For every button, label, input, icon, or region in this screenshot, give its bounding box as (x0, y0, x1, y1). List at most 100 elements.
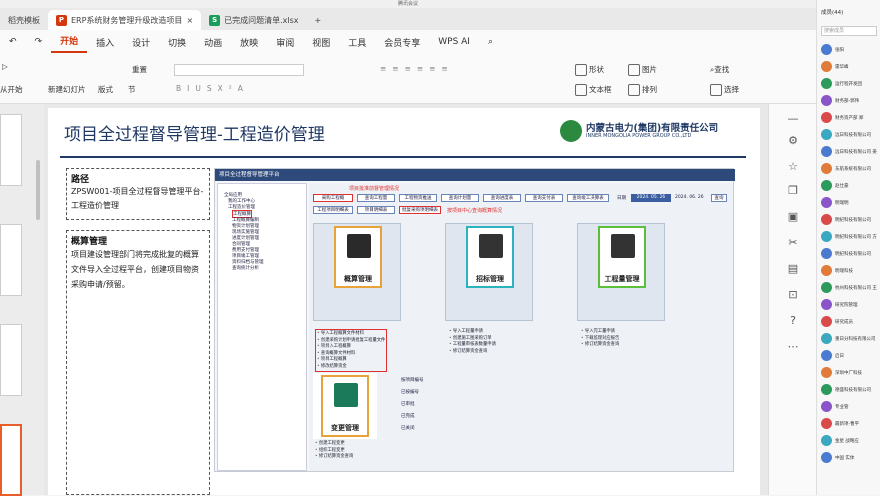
font-family-select[interactable] (174, 64, 304, 76)
change-field: 已完成 (401, 414, 415, 419)
tab-xlsx[interactable]: S 已完成问题清单.xlsx (201, 10, 306, 30)
textbox-button[interactable]: 文本框 (575, 84, 612, 96)
paragraph-buttons[interactable]: ≡≡≡≡≡≡ (380, 64, 454, 73)
member-row[interactable]: 明瑞科技 (821, 265, 880, 276)
undo-icon[interactable]: ↶ (0, 37, 26, 47)
menu-animation[interactable]: 动画 (195, 36, 231, 49)
path-box[interactable]: 路径 ZPSW001-项目全过程督导管理平台-工程造价管理 (66, 168, 210, 220)
crop-icon[interactable]: ⊡ (786, 288, 800, 302)
member-row[interactable]: 明瑞明 (821, 197, 880, 208)
slide[interactable]: 项目全过程督导管理-工程造价管理 内蒙古电力(集团)有限责任公司 INNER M… (48, 108, 760, 495)
more-icon[interactable]: ⋯ (786, 340, 800, 354)
play-from-start-button[interactable]: ▷ (2, 62, 8, 71)
menu-design[interactable]: 设计 (123, 36, 159, 49)
reset-button[interactable]: 重置 (132, 64, 147, 75)
find-button[interactable]: ⌕查找 (710, 64, 729, 75)
slide-thumbnail[interactable] (0, 114, 22, 186)
member-row[interactable]: 重日分科技有限公司 (821, 333, 880, 344)
menu-tools[interactable]: 工具 (339, 36, 375, 49)
member-row[interactable]: 远日科技有限公司 姜 (821, 146, 880, 157)
member-name: 财务资产部 郑 (835, 115, 864, 121)
menu-insert[interactable]: 插入 (87, 36, 123, 49)
layout-button[interactable]: 版式 (98, 84, 113, 95)
menu-slideshow[interactable]: 放映 (231, 36, 267, 49)
ribbon-toolbar: ▷ 从开始 新建幻灯片 版式 节 重置 BIUSX²A ≡≡≡≡≡≡ 形状 图片… (0, 54, 816, 104)
menu-view[interactable]: 视图 (303, 36, 339, 49)
select-label: 选择 (724, 85, 739, 94)
avatar (821, 61, 832, 72)
member-row[interactable]: 雷华峰 (821, 61, 880, 72)
play-from-start-label[interactable]: 从开始 (0, 84, 23, 95)
menu-start[interactable]: 开始 (51, 31, 88, 53)
member-row[interactable]: 运行程开发团 (821, 78, 880, 89)
picture-button[interactable]: 图片 (628, 64, 657, 76)
menu-review[interactable]: 审阅 (267, 36, 303, 49)
erp-panel-change: 变更管理 (313, 373, 377, 439)
member-row[interactable]: 明纪科技有限公司 (821, 248, 880, 259)
member-row[interactable]: 中国 实体 (821, 452, 880, 463)
member-search[interactable]: 搜索成员 (821, 26, 877, 36)
minus-icon[interactable]: — (786, 112, 800, 126)
member-row[interactable]: 财务资产部 郑 (821, 112, 880, 123)
copy-icon[interactable]: ❐ (786, 184, 800, 198)
menu-transition[interactable]: 切换 (159, 36, 195, 49)
slide-thumbnail[interactable] (0, 224, 22, 296)
search-icon[interactable]: ⌕ (479, 37, 502, 47)
shape-button[interactable]: 形状 (575, 64, 604, 76)
wps-ai-button[interactable]: WPS AI (429, 37, 479, 47)
change-field: 按项目编号 (401, 378, 424, 383)
member-row[interactable]: 远日科技有限公司 (821, 129, 880, 140)
erp-query-button: 查询 (711, 194, 727, 202)
section-button[interactable]: 节 (128, 84, 136, 95)
avatar (821, 299, 832, 310)
member-row[interactable]: 最新项-曹平 (821, 418, 880, 429)
thumbnail-scrollbar[interactable] (36, 160, 40, 220)
member-name: 财务部-郭伟 (835, 98, 860, 104)
member-name: 明瑞科技 (835, 268, 853, 274)
tab-docer[interactable]: 稻壳模板 (0, 10, 48, 30)
member-row[interactable]: 专业管 (821, 401, 880, 412)
help-icon[interactable]: ? (786, 314, 800, 328)
new-slide-button[interactable]: 新建幻灯片 (48, 84, 86, 95)
new-tab-button[interactable]: + (307, 10, 330, 30)
member-row[interactable]: 启日 (821, 350, 880, 361)
avatar (821, 452, 832, 463)
font-format-buttons[interactable]: BIUSX²A (176, 84, 249, 93)
member-name: 赵仕豪 (835, 183, 849, 189)
member-row[interactable]: 张阳 (821, 44, 880, 55)
member-row[interactable]: 德盛科技有限公司 (821, 384, 880, 395)
textbox-icon (575, 84, 587, 96)
tab-label: 稻壳模板 (8, 15, 40, 25)
slide-thumbnail[interactable] (0, 324, 22, 396)
slide-title: 项目全过程督导管理-工程造价管理 (64, 125, 325, 145)
slide-thumbnail-selected[interactable] (0, 424, 22, 496)
member-row[interactable]: 深圳中广科技 (821, 367, 880, 378)
member-row[interactable]: 研究院管理 (821, 299, 880, 310)
close-icon[interactable]: × (186, 16, 193, 25)
redo-icon[interactable]: ↷ (26, 37, 52, 47)
list-item: 工程量审核表数量申请 (449, 342, 496, 349)
erp-button: 查询工程量 (357, 194, 395, 202)
meeting-caption: 腾讯会议 (0, 0, 816, 8)
member-row[interactable]: 东航系统有限公司 (821, 163, 880, 174)
menu-member[interactable]: 会员专享 (375, 36, 429, 49)
arrange-button[interactable]: 排列 (628, 84, 657, 96)
member-row[interactable]: 金星 战略应 (821, 435, 880, 446)
member-row[interactable]: 明纪科技有限公司 (821, 214, 880, 225)
member-name: 启日 (835, 353, 844, 359)
tools-icon[interactable]: ✂ (786, 236, 800, 250)
member-row[interactable]: 研究成员 (821, 316, 880, 327)
tab-ppt-active[interactable]: P ERP系统财务管理升级改造项目 × (48, 10, 202, 30)
member-row[interactable]: 明纪科技有限公司 方 (821, 231, 880, 242)
change-field: 已审批 (401, 402, 415, 407)
star-icon[interactable]: ☆ (786, 160, 800, 174)
summary-box[interactable]: 概算管理 项目建设管理部门将完成批复的概算文件导入全过程平台，创建项目物资采购申… (66, 230, 210, 495)
layout-icon[interactable]: ▤ (786, 262, 800, 276)
select-button[interactable]: 选择 (710, 84, 739, 96)
adjust-icon[interactable]: ⚙ (786, 134, 800, 148)
template-icon[interactable]: ▣ (786, 210, 800, 224)
member-row[interactable]: 赵仕豪 (821, 180, 880, 191)
list-change: 创建工程变更 组织工程变更 修订结算资金查询 (315, 441, 353, 461)
member-row[interactable]: 杭州科技有限公司 王 (821, 282, 880, 293)
member-row[interactable]: 财务部-郭伟 (821, 95, 880, 106)
